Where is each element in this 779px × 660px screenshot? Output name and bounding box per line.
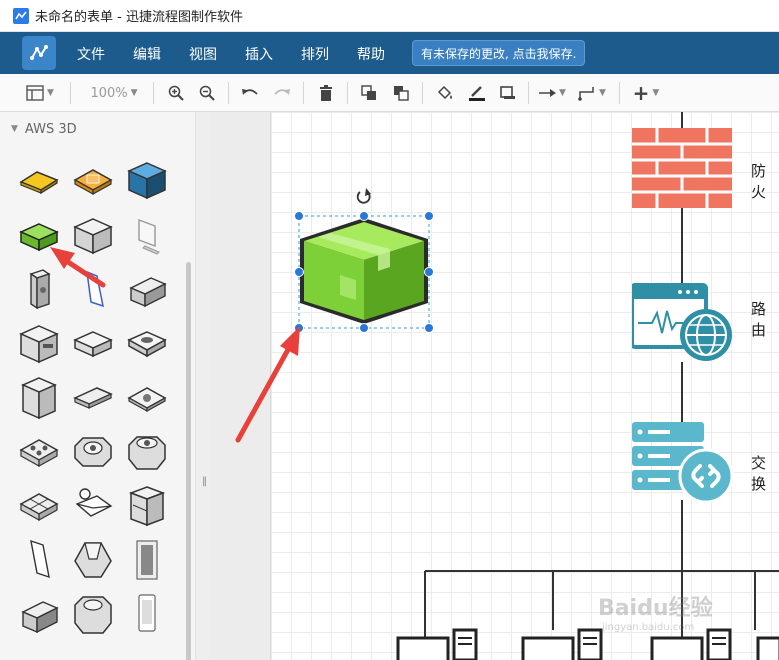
watermark-logo: Baidu经验 [598,596,713,621]
selected-shape[interactable] [290,185,440,335]
firewall-icon[interactable] [632,128,732,208]
rotate-handle-icon[interactable] [356,188,371,204]
watermark-url: jingyan.baidu.com [602,622,695,633]
server-devices-row [396,628,779,660]
node-label-switch: 交换 [751,454,767,493]
router-icon[interactable] [632,283,734,363]
node-label-firewall: 防火 [751,162,767,201]
server-device-icon [396,628,478,660]
node-label-router: 路由 [751,300,767,339]
switch-icon[interactable] [632,422,734,502]
server-device-icon [521,628,603,660]
server-device-icon [650,628,732,660]
